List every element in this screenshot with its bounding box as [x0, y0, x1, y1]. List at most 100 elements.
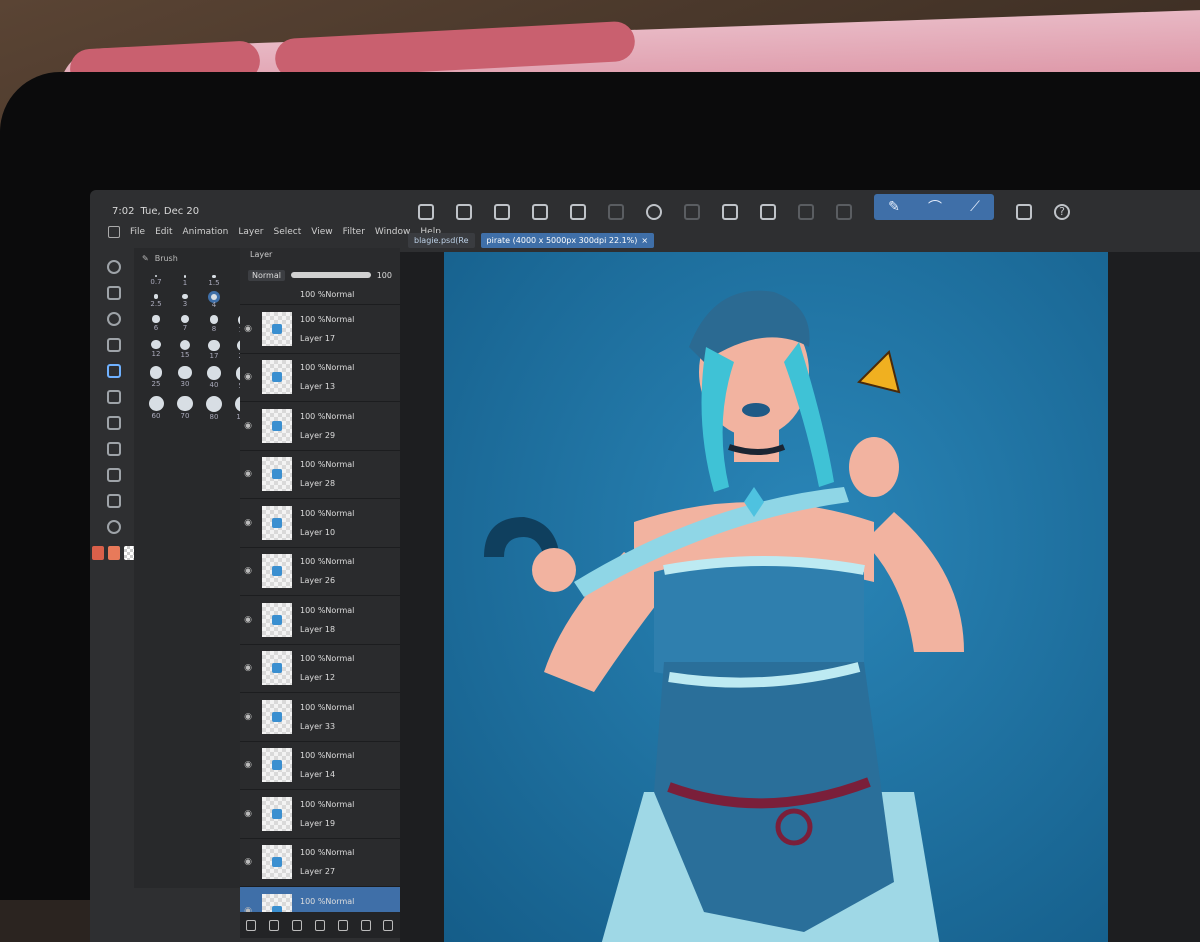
- balloon-icon[interactable]: [107, 520, 121, 534]
- export-icon[interactable]: [532, 204, 548, 220]
- mask-icon[interactable]: [360, 919, 371, 931]
- canvas-area[interactable]: [400, 252, 1200, 942]
- new-vector-layer-icon[interactable]: [269, 919, 280, 931]
- sub-color-swatch[interactable]: [108, 546, 120, 560]
- tab-pirate[interactable]: pirate (4000 x 5000px 300dpi 22.1%) ×: [480, 232, 655, 248]
- brush-size-item[interactable]: 70: [173, 395, 197, 421]
- eye-icon[interactable]: ◉: [240, 760, 256, 770]
- brush-size-item[interactable]: 1: [173, 275, 197, 288]
- ruler-icon[interactable]: ⟋: [970, 199, 980, 215]
- layer-row[interactable]: 100 %Normal: [240, 284, 400, 305]
- move-icon[interactable]: [107, 286, 121, 300]
- new-layer-icon[interactable]: [246, 919, 257, 931]
- brush-size-item[interactable]: 4: [202, 293, 226, 310]
- eye-icon[interactable]: ◉: [240, 372, 256, 382]
- app-menu-icon[interactable]: [108, 226, 120, 238]
- status-bar: 7:02 Tue, Dec 20: [112, 206, 199, 217]
- brush-size-item[interactable]: 17: [202, 339, 226, 361]
- brush-size-item[interactable]: 3: [173, 293, 197, 310]
- eye-icon[interactable]: ◉: [240, 663, 256, 673]
- layer-row[interactable]: ◉ 100 %Normal Layer 17: [240, 305, 400, 354]
- brush-size-item[interactable]: 6: [144, 315, 168, 333]
- brush-size-dot: [177, 395, 193, 412]
- layer-row[interactable]: ◉ 100 %Normal Layer 26: [240, 548, 400, 596]
- menu-layer[interactable]: Layer: [238, 227, 263, 237]
- open-file-icon[interactable]: [456, 204, 472, 220]
- learn-icon[interactable]: [1016, 204, 1032, 220]
- brush-size-item[interactable]: 60: [144, 395, 168, 421]
- brush-size-item[interactable]: 30: [173, 366, 197, 389]
- layer-row[interactable]: ◉ 100 %Normal Layer 13: [240, 354, 400, 402]
- eye-icon[interactable]: ◉: [240, 857, 256, 867]
- save-icon[interactable]: [494, 204, 510, 220]
- eraser-icon[interactable]: [107, 390, 121, 404]
- eye-icon[interactable]: ◉: [240, 469, 256, 479]
- brush-icon[interactable]: ⌒: [928, 197, 942, 217]
- help-icon[interactable]: ?: [1054, 204, 1070, 220]
- layer-row[interactable]: ◉ 100 %Normal Layer 10: [240, 499, 400, 548]
- blend-mode-select[interactable]: Normal: [248, 269, 285, 281]
- brush-size-item[interactable]: 12: [144, 339, 168, 361]
- pen-icon[interactable]: ✎: [888, 199, 900, 215]
- brush-size-item[interactable]: 8: [202, 315, 226, 333]
- brush-size-item[interactable]: 15: [173, 339, 197, 361]
- stroke-correction-group[interactable]: ✎ ⌒ ⟋: [874, 194, 994, 220]
- menu-file[interactable]: File: [130, 227, 145, 237]
- menu-view[interactable]: View: [311, 227, 332, 237]
- copy-layer-icon[interactable]: [314, 919, 325, 931]
- redo-icon[interactable]: [608, 204, 624, 220]
- eye-icon[interactable]: ◉: [240, 566, 256, 576]
- menu-filter[interactable]: Filter: [343, 227, 365, 237]
- zoom-icon[interactable]: [107, 260, 121, 274]
- eye-icon[interactable]: ◉: [240, 712, 256, 722]
- merge-down-icon[interactable]: [337, 919, 348, 931]
- undo-icon[interactable]: [570, 204, 586, 220]
- new-file-icon[interactable]: [418, 204, 434, 220]
- tab-blagie[interactable]: blagie.psd(Re: [408, 232, 475, 248]
- menu-window[interactable]: Window: [375, 227, 411, 237]
- document-tabs: blagie.psd(Re pirate (4000 x 5000px 300d…: [408, 230, 1198, 250]
- new-folder-icon[interactable]: [292, 919, 303, 931]
- figure-icon[interactable]: [107, 468, 121, 482]
- layer-row[interactable]: ◉ 100 %Normal Layer 19: [240, 790, 400, 839]
- layer-row[interactable]: ◉ 100 %Normal Layer 27: [240, 839, 400, 887]
- delete-layer-icon[interactable]: [383, 919, 394, 931]
- brush-size-item[interactable]: 7: [173, 315, 197, 333]
- menu-animation[interactable]: Animation: [183, 227, 229, 237]
- menu-edit[interactable]: Edit: [155, 227, 172, 237]
- deselect-icon[interactable]: [798, 204, 814, 220]
- layer-row[interactable]: ◉ 100 %Normal Layer 28: [240, 451, 400, 499]
- fill-tool-icon[interactable]: [107, 416, 121, 430]
- opacity-slider[interactable]: [290, 272, 371, 278]
- artwork[interactable]: [444, 252, 1108, 942]
- main-color-swatch[interactable]: [92, 546, 104, 560]
- eye-icon[interactable]: ◉: [240, 809, 256, 819]
- invert-icon[interactable]: [836, 204, 852, 220]
- layer-row[interactable]: ◉ 100 %Normal Layer 12: [240, 645, 400, 693]
- brush-size-item[interactable]: 40: [202, 366, 226, 389]
- brush-size-item[interactable]: 25: [144, 366, 168, 389]
- pen-tool-icon[interactable]: [107, 364, 121, 378]
- fill-icon[interactable]: [722, 204, 738, 220]
- layer-row[interactable]: ◉ 100 %Normal Layer 29: [240, 402, 400, 451]
- eye-icon[interactable]: ◉: [240, 518, 256, 528]
- close-icon[interactable]: ×: [641, 236, 648, 245]
- eye-icon[interactable]: ◉: [240, 615, 256, 625]
- gradient-icon[interactable]: [107, 442, 121, 456]
- brush-size-item[interactable]: 80: [202, 395, 226, 421]
- layer-row[interactable]: ◉ 100 %Normal Layer 14: [240, 742, 400, 790]
- layer-row[interactable]: ◉ 100 %Normal Layer 18: [240, 596, 400, 645]
- transform-icon[interactable]: [760, 204, 776, 220]
- eyedropper-icon[interactable]: [107, 338, 121, 352]
- menu-select[interactable]: Select: [273, 227, 301, 237]
- brush-size-item[interactable]: 2.5: [144, 293, 168, 310]
- lasso-icon[interactable]: [107, 312, 121, 326]
- text-icon[interactable]: [107, 494, 121, 508]
- opacity-value[interactable]: 100: [377, 271, 392, 280]
- eye-icon[interactable]: ◉: [240, 324, 256, 334]
- brush-size-item[interactable]: 0.7: [144, 275, 168, 288]
- clear-icon[interactable]: [684, 204, 700, 220]
- brush-size-item[interactable]: 1.5: [202, 275, 226, 288]
- eye-icon[interactable]: ◉: [240, 421, 256, 431]
- layer-row[interactable]: ◉ 100 %Normal Layer 33: [240, 693, 400, 742]
